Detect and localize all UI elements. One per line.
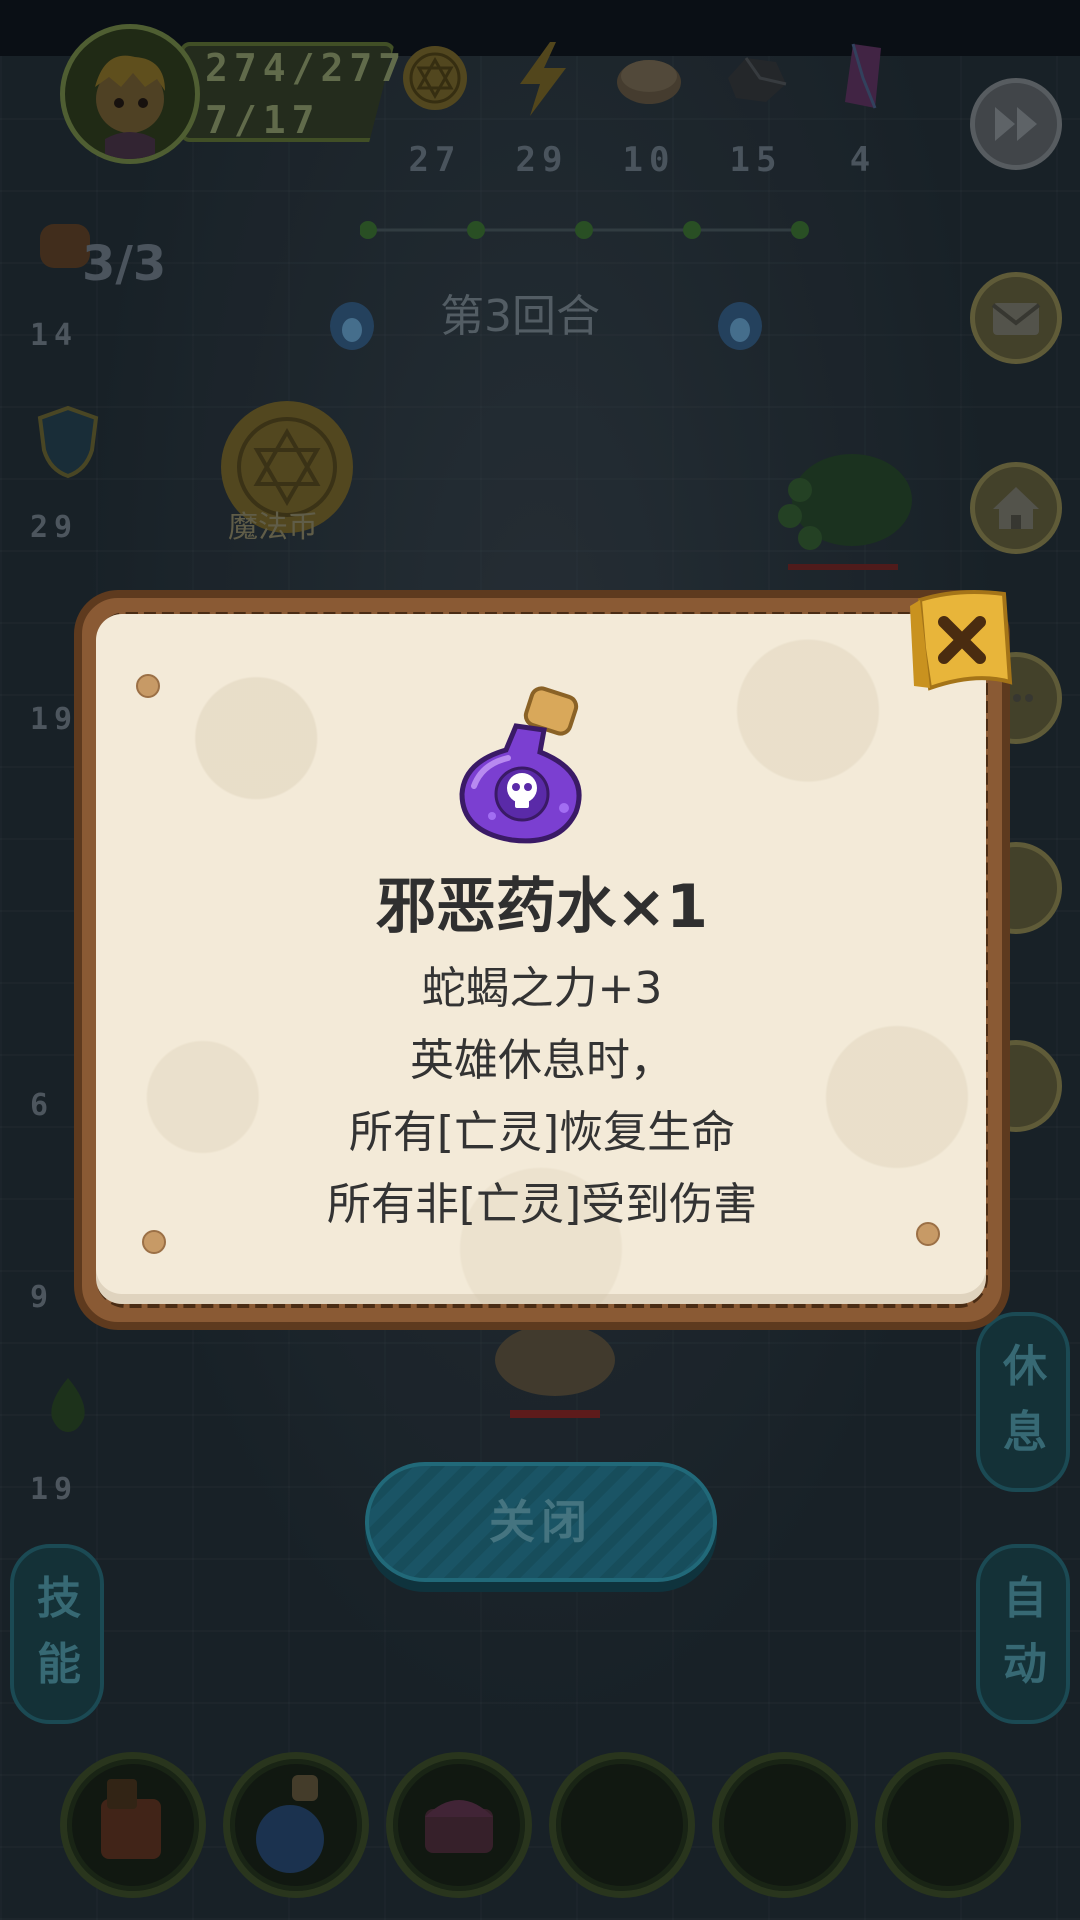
item-info-dialog: 邪恶药水×1 蛇蝎之力+3 英雄休息时， 所有[亡灵]恢复生命 所有非[亡灵]受… — [74, 590, 1010, 1330]
pin-top-left — [136, 674, 160, 698]
pin-bottom-left — [142, 1230, 166, 1254]
item-desc-line-4: 所有非[亡灵]受到伤害 — [326, 1179, 758, 1230]
item-desc-line-2: 英雄休息时， — [410, 1035, 674, 1086]
item-desc-line-3: 所有[亡灵]恢复生命 — [348, 1107, 736, 1158]
item-title: 邪恶药水×1 — [375, 872, 709, 942]
item-desc-line-1: 蛇蝎之力+3 — [421, 963, 663, 1014]
evil-potion-icon — [459, 686, 582, 844]
close-x-button[interactable] — [906, 586, 1016, 708]
